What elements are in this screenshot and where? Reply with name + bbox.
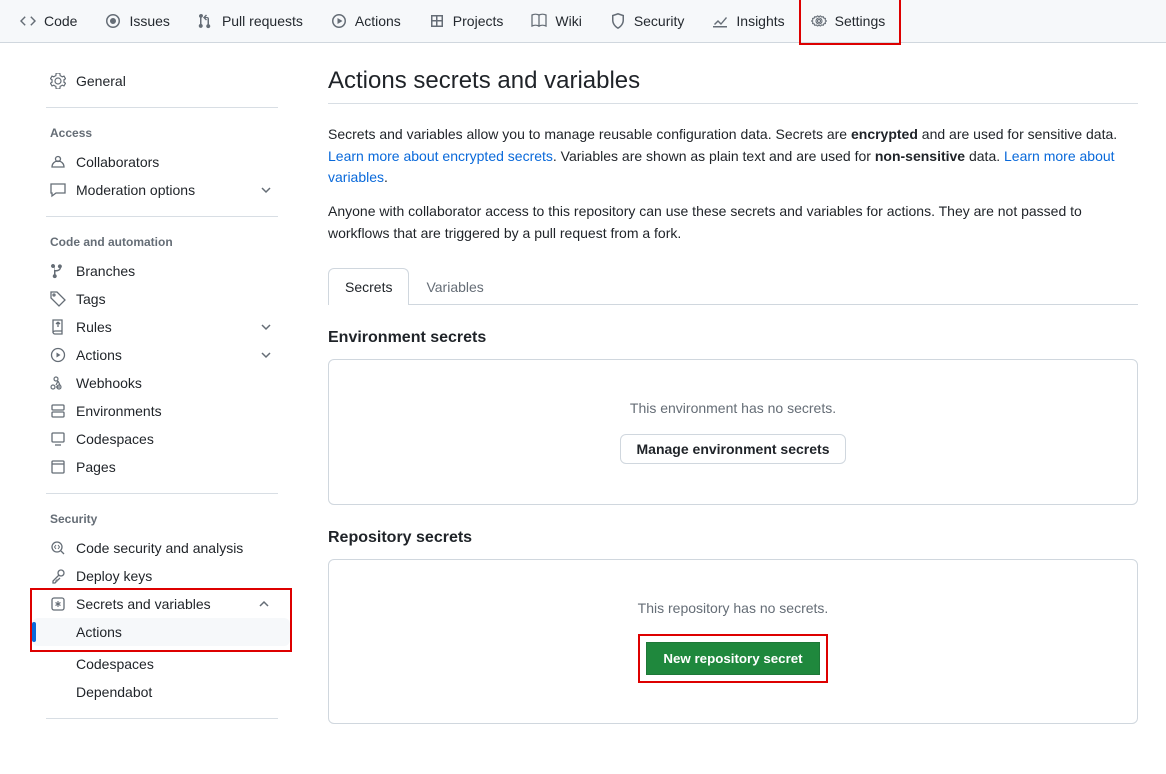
highlight-secrets: Secrets and variables Actions [30,588,292,652]
heading-repository-secrets: Repository secrets [328,529,1138,547]
graph-icon [712,13,728,29]
sidebar-item-webhooks[interactable]: Webhooks [32,369,292,397]
play-circle-icon [331,13,347,29]
chevron-down-icon [258,319,274,335]
chevron-down-icon [258,182,274,198]
sidebar-item-rules[interactable]: Rules [32,313,292,341]
tab-actions[interactable]: Actions [317,0,415,43]
sidebar-item-pages[interactable]: Pages [32,453,292,481]
gear-icon [811,13,827,29]
intro-paragraph-1: Secrets and variables allow you to manag… [328,124,1138,189]
new-repository-secret-button[interactable]: New repository secret [646,642,819,675]
sidebar-item-moderation[interactable]: Moderation options [32,176,292,204]
sidebar-sub-dependabot[interactable]: Dependabot [32,678,292,706]
sidebar-item-actions[interactable]: Actions [32,341,292,369]
tab-secrets[interactable]: Secrets [328,268,409,305]
book-icon [531,13,547,29]
sidebar-sub-actions[interactable]: Actions [32,618,290,646]
shield-icon [610,13,626,29]
tab-insights[interactable]: Insights [698,0,798,43]
sidebar-item-tags[interactable]: Tags [32,285,292,313]
highlight-new-secret: New repository secret [638,634,827,683]
people-icon [50,154,66,170]
sidebar-item-environments[interactable]: Environments [32,397,292,425]
highlight-settings: Settings [799,0,902,45]
main-content: Actions secrets and variables Secrets an… [300,43,1166,756]
settings-sidebar: General Access Collaborators Moderation … [0,43,300,756]
repo-top-nav: Code Issues Pull requests Actions Projec… [0,0,1166,43]
comment-icon [50,182,66,198]
sidebar-heading-access: Access [32,118,292,148]
sidebar-heading-security: Security [32,504,292,534]
sidebar-item-secrets[interactable]: Secrets and variables [32,590,290,618]
chevron-up-icon [256,596,272,612]
link-encrypted-secrets[interactable]: Learn more about encrypted secrets [328,148,553,164]
secrets-variables-tabs: Secrets Variables [328,268,1138,305]
tab-code[interactable]: Code [6,0,91,43]
sidebar-item-deploy-keys[interactable]: Deploy keys [32,562,292,590]
sidebar-item-collaborators[interactable]: Collaborators [32,148,292,176]
environment-secrets-box: This environment has no secrets. Manage … [328,359,1138,505]
codespaces-icon [50,431,66,447]
tab-wiki[interactable]: Wiki [517,0,595,43]
issue-icon [105,13,121,29]
sidebar-sub-codespaces[interactable]: Codespaces [32,650,292,678]
server-icon [50,403,66,419]
repo-push-icon [50,319,66,335]
git-branch-icon [50,263,66,279]
sidebar-item-general[interactable]: General [32,67,292,95]
codescan-icon [50,540,66,556]
intro-paragraph-2: Anyone with collaborator access to this … [328,201,1138,244]
tab-projects[interactable]: Projects [415,0,518,43]
browser-icon [50,459,66,475]
tab-settings[interactable]: Settings [801,0,896,43]
sidebar-heading-code: Code and automation [32,227,292,257]
play-circle-icon [50,347,66,363]
tab-issues[interactable]: Issues [91,0,183,43]
page-title: Actions secrets and variables [328,67,1138,95]
code-icon [20,13,36,29]
sidebar-item-branches[interactable]: Branches [32,257,292,285]
chevron-down-icon [258,347,274,363]
tab-pull-requests[interactable]: Pull requests [184,0,317,43]
repository-secrets-box: This repository has no secrets. New repo… [328,559,1138,724]
tag-icon [50,291,66,307]
repo-empty-text: This repository has no secrets. [345,600,1121,616]
key-asterisk-icon [50,596,66,612]
env-empty-text: This environment has no secrets. [345,400,1121,416]
key-icon [50,568,66,584]
sidebar-item-codespaces[interactable]: Codespaces [32,425,292,453]
tab-variables[interactable]: Variables [409,268,500,305]
manage-environment-secrets-button[interactable]: Manage environment secrets [620,434,847,464]
gear-icon [50,73,66,89]
table-icon [429,13,445,29]
heading-environment-secrets: Environment secrets [328,329,1138,347]
webhook-icon [50,375,66,391]
sidebar-item-code-security[interactable]: Code security and analysis [32,534,292,562]
git-pull-request-icon [198,13,214,29]
tab-security[interactable]: Security [596,0,699,43]
